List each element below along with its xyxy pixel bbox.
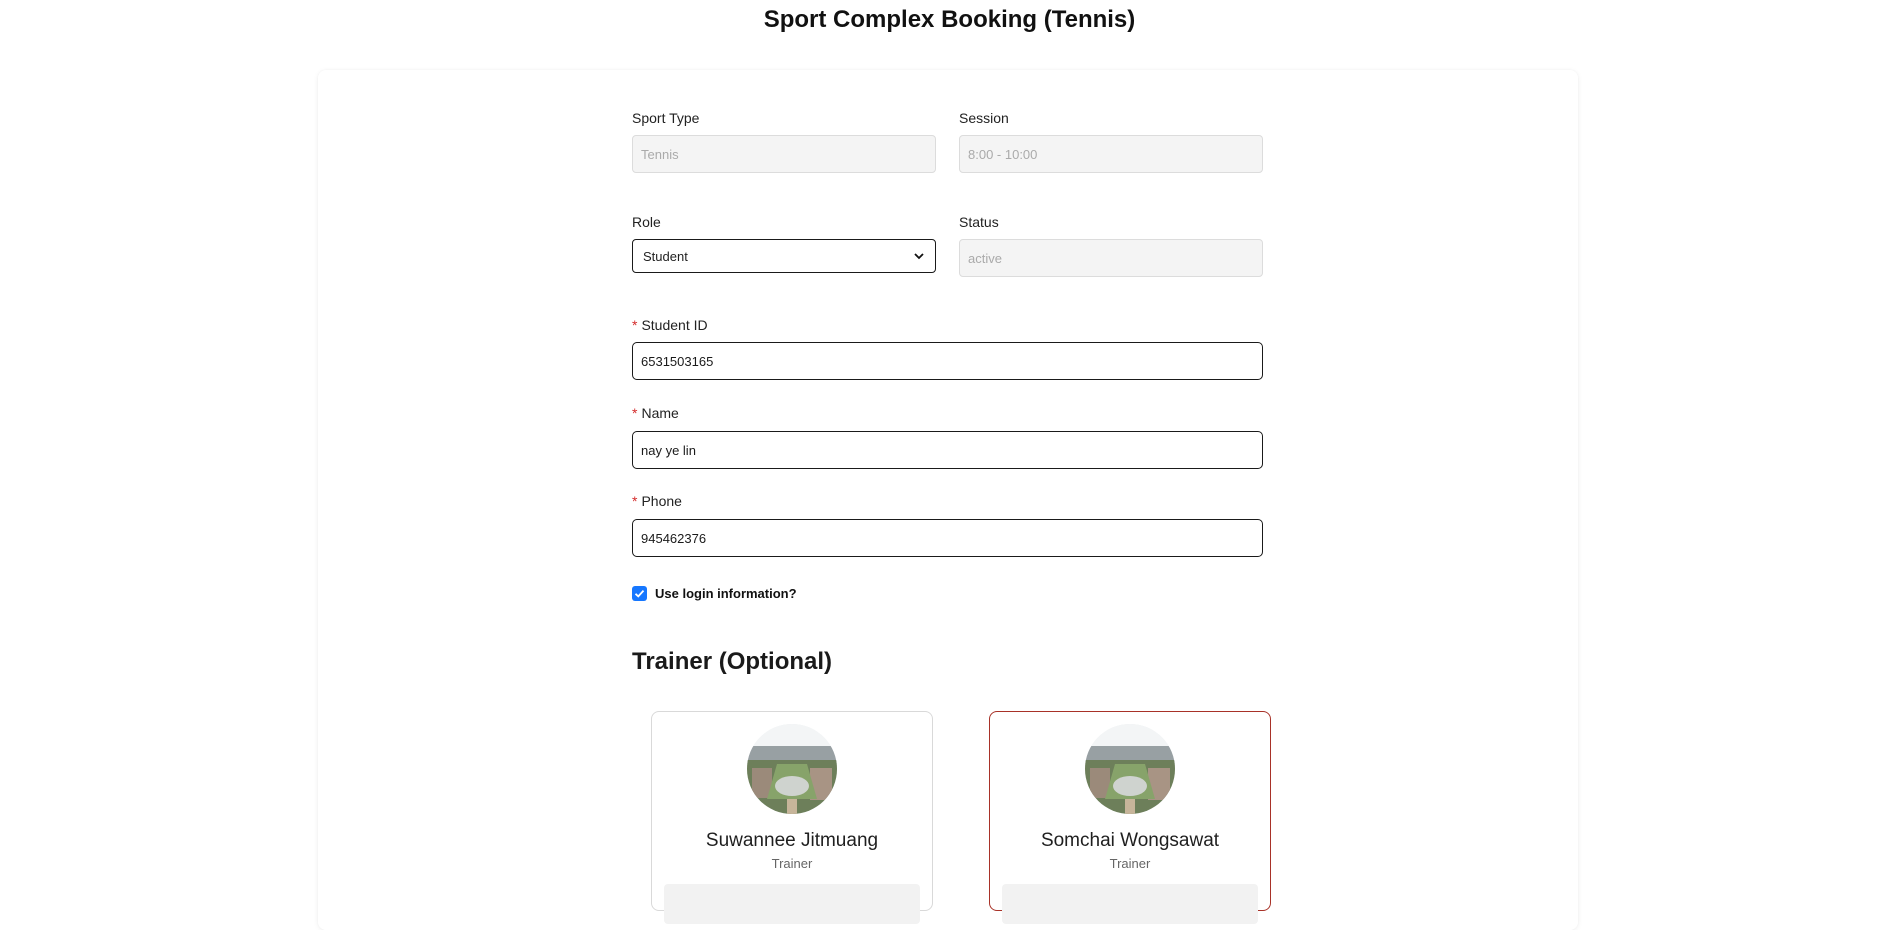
booking-card: Sport Type Tennis Session 8:00 - 10:00 R… xyxy=(318,70,1578,930)
status-field: active xyxy=(959,239,1263,277)
name-input[interactable]: nay ye lin xyxy=(632,431,1263,469)
required-mark: * xyxy=(632,405,638,421)
name-label-text: Name xyxy=(641,405,679,421)
required-mark: * xyxy=(632,317,638,333)
sport-type-label: Sport Type xyxy=(632,110,700,126)
check-icon xyxy=(634,589,645,598)
role-select[interactable]: Student xyxy=(632,239,936,273)
sport-type-value: Tennis xyxy=(641,146,679,162)
trainer-role: Trainer xyxy=(771,856,813,871)
student-id-label-text: Student ID xyxy=(641,317,708,333)
phone-label: * Phone xyxy=(632,493,682,509)
sport-type-field: Tennis xyxy=(632,135,936,173)
status-label: Status xyxy=(959,214,999,230)
required-mark: * xyxy=(632,493,638,509)
name-value: nay ye lin xyxy=(641,442,696,458)
trainer-role: Trainer xyxy=(1109,856,1151,871)
use-login-checkbox[interactable] xyxy=(632,586,647,601)
phone-label-text: Phone xyxy=(641,493,682,509)
trainer-avatar xyxy=(1085,724,1175,814)
session-field: 8:00 - 10:00 xyxy=(959,135,1263,173)
trainer-card[interactable]: Suwannee Jitmuang Trainer xyxy=(651,711,933,924)
trainer-card-selected[interactable]: Somchai Wongsawat Trainer xyxy=(989,711,1271,924)
chevron-down-icon xyxy=(914,253,924,260)
phone-input[interactable]: 945462376 xyxy=(632,519,1263,557)
session-label: Session xyxy=(959,110,1009,126)
student-id-value: 6531503165 xyxy=(641,353,714,369)
trainer-name: Suwannee Jitmuang xyxy=(705,830,879,851)
trainer-name: Somchai Wongsawat xyxy=(1040,830,1220,851)
page-title: Sport Complex Booking (Tennis) xyxy=(763,6,1136,33)
phone-value: 945462376 xyxy=(641,530,707,546)
role-select-value: Student xyxy=(643,248,688,264)
student-id-input[interactable]: 6531503165 xyxy=(632,342,1263,380)
use-login-label: Use login information? xyxy=(655,586,797,601)
use-login-row[interactable]: Use login information? xyxy=(632,586,797,601)
status-value: active xyxy=(968,250,1002,266)
role-label: Role xyxy=(632,214,661,230)
trainer-avatar xyxy=(747,724,837,814)
trainer-select-button[interactable] xyxy=(1002,884,1258,924)
name-label: * Name xyxy=(632,405,679,421)
trainer-section-title: Trainer (Optional) xyxy=(632,648,833,675)
student-id-label: * Student ID xyxy=(632,317,708,333)
trainer-select-button[interactable] xyxy=(664,884,920,924)
session-value: 8:00 - 10:00 xyxy=(968,146,1038,162)
